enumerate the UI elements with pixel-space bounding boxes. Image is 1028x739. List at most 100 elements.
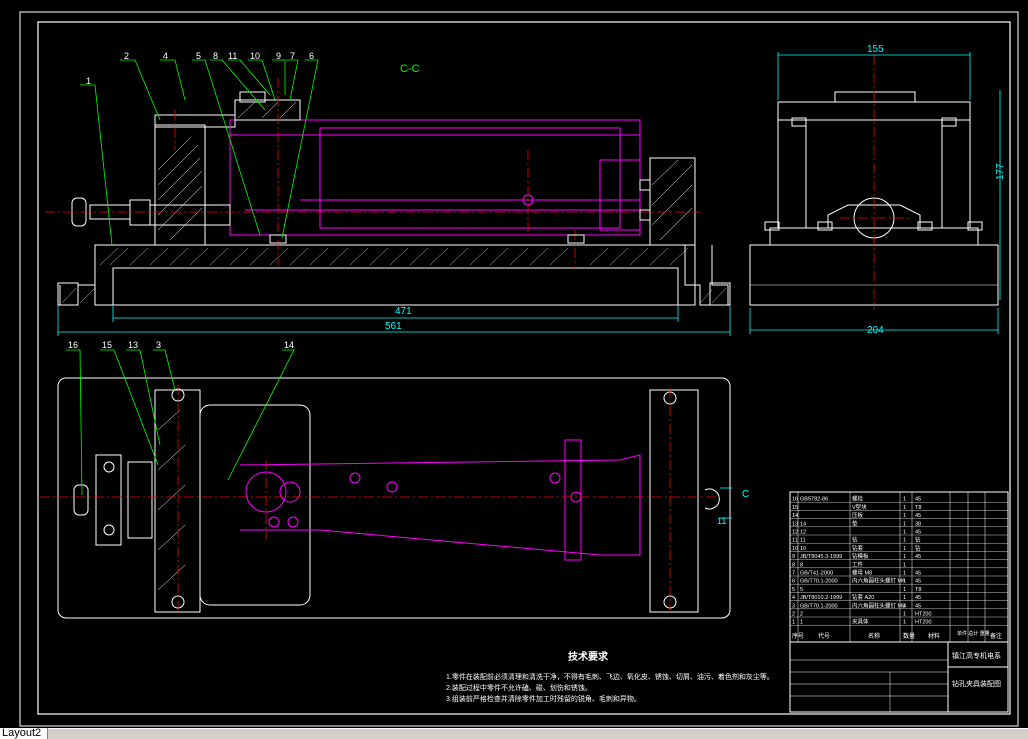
callout-8: 8 — [213, 51, 218, 61]
bom-cell-no: 2 — [792, 612, 795, 618]
bom-cell-code: GB/T70.1-2000 — [800, 579, 838, 585]
bom-cell-mat: 45 — [915, 530, 921, 536]
bom-cell-qty: 1 — [903, 530, 906, 536]
side-view[interactable]: 155 177 204 — [749, 44, 1006, 336]
tech-req-line-3: 3.组装前严格检查并清除零件加工时残留的锐角、毛刺和异物。 — [446, 694, 641, 703]
bom-cell-qty: 1 — [903, 579, 906, 585]
bom-cell-name: 压板 — [852, 511, 864, 519]
callout-5: 5 — [196, 51, 201, 61]
layout-tab-bar: Layout2 — [0, 728, 1028, 739]
bom-cell-code: 14 — [800, 521, 806, 527]
bom-cell-mat: 钻 — [915, 536, 921, 544]
bom-cell-no: 11 — [792, 538, 798, 544]
bom-header-no: 序号 — [792, 632, 804, 640]
bom-cell-qty: 1 — [903, 571, 906, 577]
bom-cell-name: 工件 — [852, 560, 864, 568]
sheet-inner-border — [37, 21, 1011, 715]
bom-cell-name: 钻套 A20 — [852, 593, 874, 601]
bom-cell-code: JB/T8045.3-1999 — [800, 554, 842, 560]
bom-header-qty: 数量 — [903, 632, 915, 640]
bom-cell-no: 5 — [792, 587, 795, 593]
bom-cell-mat: 38 — [915, 521, 921, 527]
bom-cell-name: 钻模板 — [852, 552, 869, 560]
bom-cell-code: GB/T70.1-2000 — [800, 603, 838, 609]
bom-cell-mat: T8 — [915, 587, 921, 593]
bom-cell-qty: 1 — [903, 546, 906, 552]
bom-cell-qty: 1 — [903, 562, 906, 568]
front-callout-numbers: 1 2 4 5 8 11 10 9 7 6 — [86, 51, 314, 86]
bom-cell-code: 5 — [800, 587, 803, 593]
tech-req-line-1: 1.零件在装配前必须清理和清洗干净，不得有毛刺、飞边、氧化皮、锈蚀、切屑、油污、… — [446, 672, 774, 681]
bom-header-name: 名称 — [868, 632, 880, 640]
bom-cell-name: 内六角圆柱头螺钉 M8 — [852, 601, 905, 609]
title-block: 镇江高专机电系 钻孔夹具装配图 — [789, 641, 1009, 713]
callout-4: 4 — [163, 51, 168, 61]
bom-cell-name: 钻 — [852, 536, 858, 544]
front-dim-overall: 561 — [385, 321, 402, 332]
bom-cell-name: 螺母 M8 — [852, 569, 872, 577]
bom-cell-no: 7 — [792, 571, 795, 577]
bom-cell-no: 12 — [792, 530, 798, 536]
cad-drawing-canvas[interactable]: 471 561 C-C 1 2 4 5 8 11 10 9 7 6 155 17… — [0, 0, 1028, 728]
bom-cell-qty: 1 — [903, 521, 906, 527]
bom-cell-code: 10 — [800, 546, 806, 552]
title-block-company: 镇江高专机电系 — [952, 651, 1001, 660]
bom-cell-mat: 45 — [915, 571, 921, 577]
tech-req-line-2: 2.装配过程中零件不允许磕、碰、划伤和锈蚀。 — [446, 683, 592, 692]
plan-view[interactable]: C 11 16 15 13 3 14 — [40, 340, 749, 619]
callout-6: 6 — [309, 51, 314, 61]
callout-10: 10 — [250, 51, 260, 61]
bom-cell-mat: 45 — [915, 554, 921, 560]
bom-cell-qty: 1 — [903, 612, 906, 618]
bom-cell-qty: 1 — [903, 587, 906, 593]
bill-of-materials: 16 GB5782-86 螺栓 1 4515 V型块 1 T814 压板 1 4513 14 垫 1 381… — [789, 491, 1009, 643]
bom-cell-no: 13 — [792, 521, 798, 527]
bom-cell-code: JB/T8010.2-1999 — [800, 595, 842, 601]
drawing-viewport[interactable]: 471 561 C-C 1 2 4 5 8 11 10 9 7 6 155 17… — [0, 0, 1028, 728]
tech-req-title: 技术要求 — [568, 650, 609, 663]
callout-7: 7 — [290, 51, 295, 61]
bom-cell-name: 内六角圆柱头螺钉 M6 — [852, 577, 905, 585]
bom-cell-code: 2 — [800, 612, 803, 618]
front-section-view[interactable]: 471 561 C-C 1 2 4 5 8 11 10 9 7 6 — [45, 51, 731, 336]
callout-3: 3 — [156, 340, 161, 350]
title-block-drawing-name: 钻孔夹具装配图 — [952, 679, 1001, 688]
bom-header-weight: 单件 总计 重量 — [957, 630, 990, 637]
bom-cell-qty: 1 — [903, 595, 906, 601]
callout-9: 9 — [276, 51, 281, 61]
front-dim-inner: 471 — [395, 306, 412, 317]
bom-header-note: 备注 — [990, 632, 1002, 640]
callout-16: 16 — [68, 340, 78, 350]
plan-dim-offset: 11 — [717, 516, 726, 526]
technical-requirements: 技术要求 1.零件在装配前必须清理和清洗干净，不得有毛刺、飞边、氧化皮、锈蚀、切… — [446, 650, 774, 703]
bom-cell-name: V型块 — [852, 503, 867, 511]
side-dim-top-width: 155 — [867, 44, 884, 55]
bom-cell-qty: 1 — [903, 554, 906, 560]
bom-header-code: 代号 — [818, 632, 830, 640]
callout-2: 2 — [124, 51, 129, 61]
bom-cell-no: 3 — [792, 603, 795, 609]
bom-cell-code: 8 — [800, 562, 803, 568]
bom-cell-qty: 1 — [903, 620, 906, 626]
bom-cell-no: 14 — [792, 513, 798, 519]
bom-cell-mat: T8 — [915, 505, 921, 511]
plan-section-mark: C — [742, 489, 749, 500]
bom-cell-mat: 45 — [915, 513, 921, 519]
bom-cell-no: 15 — [792, 505, 798, 511]
bom-cell-no: 4 — [792, 595, 795, 601]
callout-11: 11 — [228, 51, 237, 61]
callout-15: 15 — [102, 340, 112, 350]
bom-cell-qty: 1 — [903, 513, 906, 519]
side-dim-height: 177 — [995, 163, 1006, 180]
bom-cell-no: 16 — [792, 497, 798, 503]
bom-cell-mat: HT200 — [915, 612, 932, 618]
bom-cell-qty: 1 — [903, 497, 906, 503]
callout-13: 13 — [128, 340, 138, 350]
side-dim-base-width: 204 — [867, 325, 884, 336]
tab-layout2[interactable]: Layout2 — [0, 728, 49, 739]
bom-header-mat: 材料 — [928, 632, 940, 640]
bom-cell-no: 6 — [792, 579, 795, 585]
bom-cell-no: 9 — [792, 554, 795, 560]
section-label: C-C — [400, 63, 420, 75]
bom-cell-mat: 45 — [915, 497, 921, 503]
